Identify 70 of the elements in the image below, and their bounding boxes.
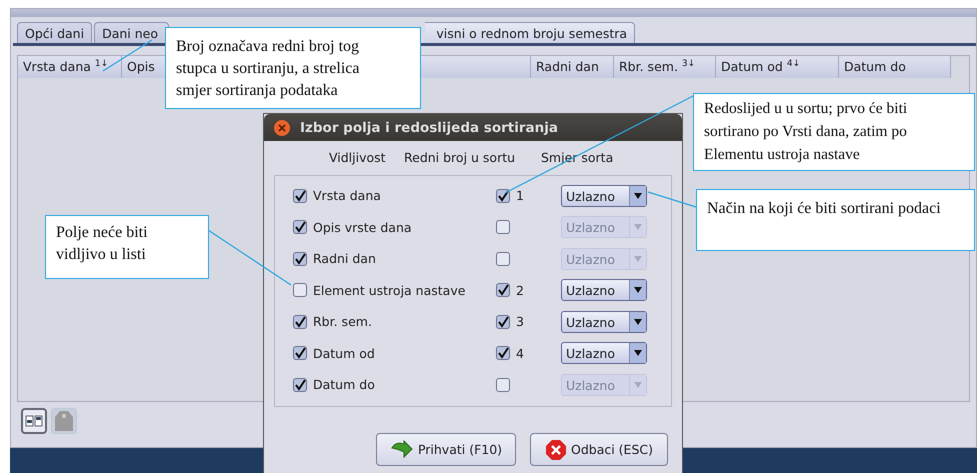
- field-label: Opis vrste dana: [313, 220, 413, 235]
- layout-button[interactable]: [21, 408, 47, 434]
- checkbox[interactable]: [293, 283, 307, 298]
- tab[interactable]: Opći dani: [17, 22, 92, 43]
- column-header[interactable]: Datum od 4↓: [716, 56, 839, 78]
- tab[interactable]: Dani neo: [94, 22, 170, 43]
- sort-indicator: 1↓: [94, 59, 108, 69]
- annotation-callout: Redoslijed u u sortu; prvo će biti sortirano po Vrsti dana, zatim po Elementu ustroja nastave: [693, 93, 975, 171]
- annotation-callout: Način na koji će biti sortirani podaci: [696, 189, 975, 251]
- caret-icon: [634, 256, 642, 262]
- tab[interactable]: visni o rednom broju semestra: [425, 22, 636, 43]
- column-label: Radni dan: [536, 59, 599, 74]
- column-header[interactable]: Opis: [122, 56, 166, 78]
- column-label: Datum od: [721, 59, 783, 74]
- field-label: Vrsta dana: [313, 188, 382, 204]
- column-header[interactable]: Rbr. sem. 3↓: [614, 56, 716, 78]
- windows-icon: [25, 414, 43, 428]
- column-label: Rbr. sem.: [619, 59, 678, 74]
- direction-dropdown[interactable]: Uzlazno: [561, 279, 647, 302]
- field-label: Datum od: [313, 346, 376, 361]
- checkbox[interactable]: [496, 314, 510, 329]
- checkbox[interactable]: [496, 188, 510, 203]
- column-label: Opis: [127, 59, 155, 74]
- sort-order: 3: [516, 314, 525, 330]
- direction-dropdown[interactable]: Uzlazno: [561, 184, 647, 207]
- checkbox[interactable]: [293, 346, 307, 360]
- caret-icon: [634, 350, 642, 356]
- checkbox[interactable]: [496, 252, 510, 266]
- sort-order: 1: [516, 188, 525, 204]
- direction-dropdown[interactable]: Uzlazno: [561, 342, 647, 364]
- caret-icon: [634, 382, 642, 388]
- checkbox[interactable]: [496, 378, 510, 392]
- column-header[interactable]: Vrsta dana 1↓: [18, 56, 122, 78]
- checkbox[interactable]: [293, 220, 307, 234]
- caret-icon: [634, 224, 642, 230]
- field-label: Datum do: [313, 377, 376, 392]
- checkbox[interactable]: [293, 252, 307, 266]
- cancel-button[interactable]: Odbaci (ESC): [530, 433, 668, 466]
- column-label: Vrsta dana: [23, 59, 91, 74]
- column-label: Datum do: [844, 59, 906, 74]
- column-header[interactable]: Datum do: [839, 56, 951, 78]
- checkbox[interactable]: [496, 283, 510, 298]
- field-label: Element ustroja nastave: [313, 282, 466, 298]
- cancel-icon: [544, 438, 567, 460]
- sort-order: 4: [516, 346, 525, 361]
- checkbox[interactable]: [293, 314, 307, 329]
- tag-icon: [54, 410, 74, 432]
- arrow-icon: [390, 440, 414, 460]
- field-label: Radni dan: [313, 251, 377, 266]
- checkbox[interactable]: [496, 220, 510, 234]
- close-icon: [277, 122, 287, 132]
- direction-dropdown[interactable]: Uzlazno: [561, 310, 647, 333]
- close-button[interactable]: [274, 120, 290, 136]
- checkbox[interactable]: [293, 378, 307, 392]
- annotation-callout: Broj označava redni broj tog stupca u sortiranju, a strelica smjer sortiranja podataka: [165, 27, 421, 109]
- caret-icon: [634, 318, 642, 325]
- accept-button[interactable]: Prihvati (F10): [376, 433, 516, 466]
- column-heading: Redni broj u sortu: [404, 150, 516, 167]
- column-header[interactable]: Radni dan: [531, 56, 614, 78]
- field-label: Rbr. sem.: [313, 314, 373, 330]
- sort-indicator: 3↓: [682, 59, 696, 69]
- caret-icon: [634, 192, 642, 199]
- dialog-title: Izbor polja i redoslijeda sortiranja: [300, 120, 558, 136]
- checkbox[interactable]: [496, 346, 510, 360]
- sort-order: 2: [516, 282, 525, 298]
- checkbox[interactable]: [293, 188, 307, 203]
- caret-icon: [634, 287, 642, 294]
- column-heading: Vidljivost: [329, 150, 387, 167]
- annotation-callout: Polje neće biti vidljivo u listi: [45, 215, 209, 279]
- sort-indicator: 4↓: [786, 59, 800, 69]
